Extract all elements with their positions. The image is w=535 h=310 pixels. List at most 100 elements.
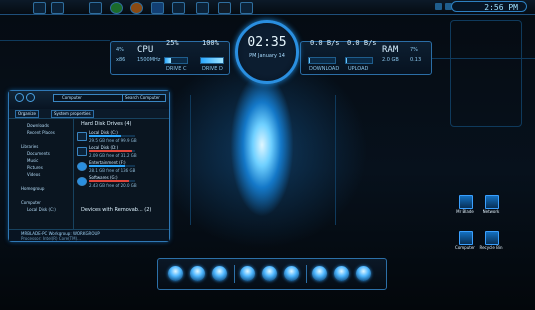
dock-app-3-icon[interactable]	[212, 266, 227, 281]
nav-music[interactable]: Music	[27, 158, 38, 163]
taskbar-clock[interactable]: 2:56 PM	[451, 1, 527, 12]
removable-section-header: Devices with Removab... (2)	[81, 207, 152, 213]
drive-usage-bar	[89, 150, 135, 152]
dock-app-8-icon[interactable]	[334, 266, 349, 281]
cpu-percent: 4%	[116, 47, 124, 53]
cpu-speed: 1500MHz	[137, 57, 161, 63]
system-properties-button[interactable]: System properties	[51, 110, 94, 118]
firefox-app-icon[interactable]	[130, 2, 143, 14]
cpu-label: CPU	[137, 45, 154, 55]
back-button[interactable]	[15, 93, 24, 102]
desktop-icon-label: Recycle Bin	[479, 245, 503, 250]
drive-item[interactable]: Local Disk (D:) 2.09 GB free of 31.2 GB	[77, 145, 165, 158]
drive-c-percent: 25%	[166, 39, 179, 47]
drive-item[interactable]: Softwares (G:) 2.43 GB free of 20.0 GB	[77, 175, 165, 188]
dock-app-2-icon[interactable]	[190, 266, 205, 281]
dial-date-text: January 14	[258, 53, 285, 59]
drive-item[interactable]: Local Disk (C:) 29.5 GB free of 99.9 GB	[77, 130, 165, 143]
search-input[interactable]: Search Computer	[122, 94, 166, 102]
drive-d-percent: 100%	[202, 39, 219, 47]
content-pane: Hard Disk Drives (4) Local Disk (C:) 29.…	[75, 119, 167, 235]
drive-c-label: DRIVE C	[166, 66, 187, 72]
organize-button[interactable]: Organize	[15, 110, 39, 118]
dial-ampm: PM	[249, 53, 257, 59]
dock-app-4-icon[interactable]	[240, 266, 255, 281]
command-bar: Organize System properties	[9, 109, 169, 119]
drive-d-meter	[200, 57, 224, 64]
upload-meter	[345, 57, 373, 64]
nav-pictures[interactable]: Pictures	[27, 165, 43, 170]
desktop-icon-recycle-bin[interactable]: Recycle Bin	[478, 231, 504, 259]
address-bar[interactable]: Computer	[53, 94, 127, 102]
recycle-bin-icon	[485, 231, 499, 245]
ram-total: 2.0 GB	[382, 57, 399, 63]
drive-free: 2.43 GB free of 20.0 GB	[89, 183, 137, 188]
wallpaper-line	[335, 95, 336, 225]
desktop-icon-label: Network	[482, 209, 500, 214]
settings-app-icon[interactable]	[196, 2, 209, 14]
nav-local-disk[interactable]: Local Disk (C:)	[27, 207, 56, 212]
terminal-app-icon[interactable]	[218, 2, 231, 14]
nav-downloads[interactable]: Downloads	[27, 123, 49, 128]
dial-date: PM January 14	[238, 53, 296, 59]
drive-d-label: DRIVE D	[202, 66, 223, 72]
nav-documents[interactable]: Documents	[27, 151, 50, 156]
desktop-icon-network[interactable]: Network	[478, 195, 504, 223]
computer-icon	[459, 231, 473, 245]
drive-usage-bar	[89, 180, 135, 182]
ram-label: RAM	[382, 45, 399, 55]
wallpaper-line	[0, 40, 110, 41]
download-meter	[308, 57, 336, 64]
dock-app-9-icon[interactable]	[356, 266, 371, 281]
dock-separator	[234, 265, 235, 283]
tray-network-icon[interactable]	[435, 3, 442, 10]
upload-label: UPLOAD	[348, 66, 369, 72]
cpu-core: x86	[116, 57, 126, 63]
wallpaper-line	[190, 95, 191, 225]
media-disk-icon	[77, 162, 87, 171]
user-folder-icon	[459, 195, 473, 209]
dock-app-7-icon[interactable]	[312, 266, 327, 281]
dock-app-5-icon[interactable]	[262, 266, 277, 281]
taskbar: 2:56 PM	[0, 0, 535, 15]
dock-app-6-icon[interactable]	[284, 266, 299, 281]
nav-homegroup[interactable]: Homegroup	[21, 186, 44, 191]
clock-dial: 02:35 PM January 14	[235, 20, 299, 84]
dock-separator	[306, 265, 307, 283]
nav-computer[interactable]: Computer	[21, 200, 41, 205]
forward-button[interactable]	[26, 93, 35, 102]
nav-libraries[interactable]: Libraries	[21, 144, 38, 149]
dock	[157, 258, 387, 290]
wallpaper-frame	[450, 20, 522, 127]
folder-app-icon[interactable]	[89, 2, 102, 14]
nav-recent[interactable]: Recent Places	[27, 130, 55, 135]
drive-c-meter	[164, 57, 188, 64]
ram-percent: 7%	[410, 47, 418, 53]
drive-item[interactable]: Entertainment (F:) 28.1 GB free of 136 G…	[77, 160, 165, 173]
explorer-toolbar: Computer Search Computer	[9, 91, 169, 110]
explorer-app-icon[interactable]	[33, 2, 46, 14]
upload-rate: 0.0 B/s	[347, 39, 377, 47]
explorer-window[interactable]: Computer Search Computer Organize System…	[8, 90, 170, 242]
drive-free: 28.1 GB free of 136 GB	[89, 168, 136, 173]
photoshop-app-icon[interactable]	[151, 2, 164, 14]
torrent-app-icon[interactable]	[110, 2, 123, 14]
navigation-pane: Downloads Recent Places Libraries Docume…	[11, 119, 74, 235]
drive-free: 29.5 GB free of 99.9 GB	[89, 138, 137, 143]
ram-load: 0.13	[410, 57, 422, 63]
media-app-icon[interactable]	[51, 2, 64, 14]
tools-app-icon[interactable]	[172, 2, 185, 14]
drive-usage-bar	[89, 165, 135, 167]
system-app-icon[interactable]	[240, 2, 253, 14]
nav-videos[interactable]: Videos	[27, 172, 40, 177]
hard-disk-icon	[77, 132, 87, 141]
dial-time: 02:35	[247, 35, 287, 50]
drive-free: 2.09 GB free of 31.2 GB	[89, 153, 137, 158]
status-processor: Processor: Intel(R) Core(TM)...	[21, 236, 81, 241]
hard-disk-icon	[77, 147, 87, 156]
download-rate: 0.0 B/s	[310, 39, 340, 47]
dock-app-1-icon[interactable]	[168, 266, 183, 281]
status-bar: MRBLADE-PC Workgroup: WORKGROUP Processo…	[9, 229, 169, 241]
hdd-section-header: Hard Disk Drives (4)	[81, 121, 132, 127]
download-label: DOWNLOAD	[309, 66, 340, 72]
